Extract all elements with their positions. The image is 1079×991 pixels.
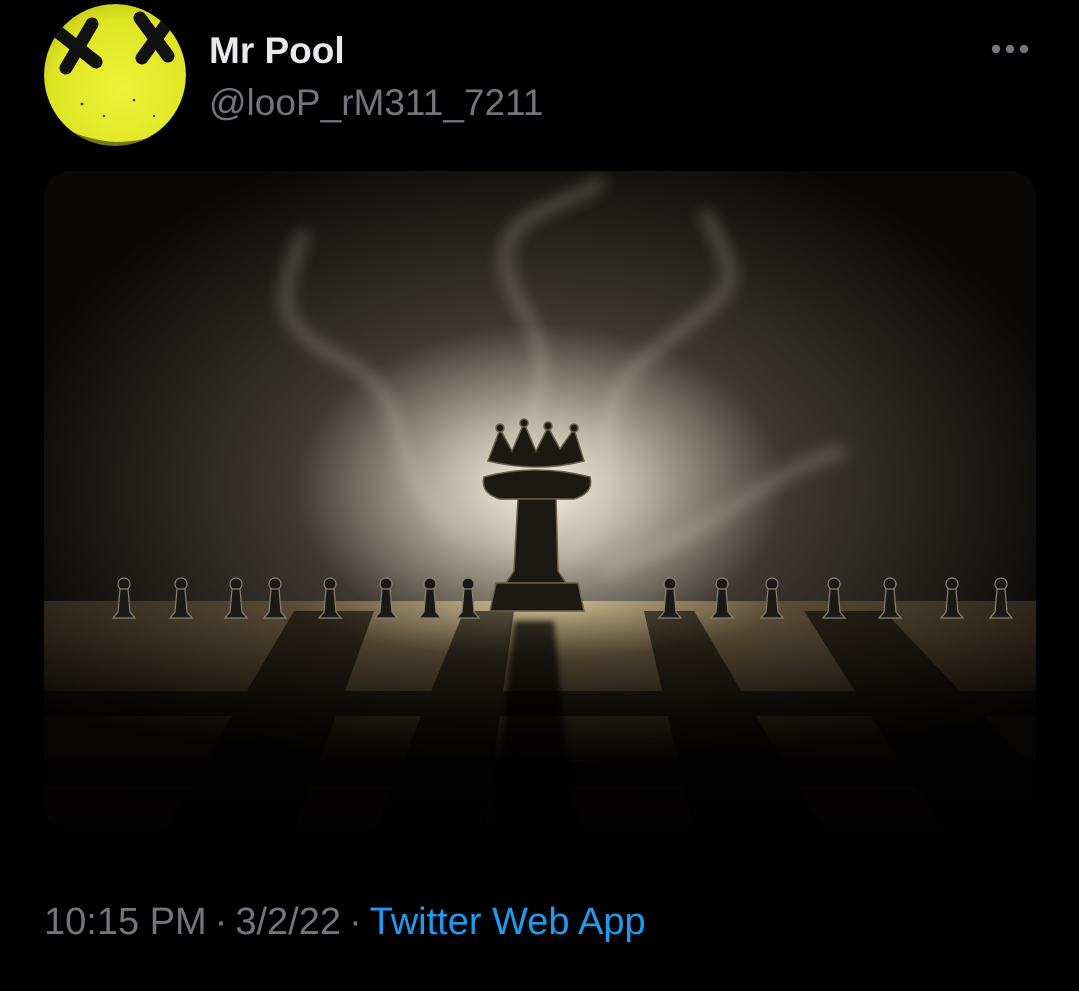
avatar-image [44,4,186,146]
tweet-date[interactable]: 3/2/22 [235,901,341,943]
more-options-button[interactable] [982,30,1038,70]
meta-separator: · [214,901,228,943]
chess-king-among-pawns-image [44,171,1036,831]
meta-separator: · [348,901,362,943]
tweet-media[interactable] [44,171,1036,831]
tweet-meta: 10:15 PM · 3/2/22 · Twitter Web App [44,898,646,946]
avatar[interactable] [44,4,186,146]
tweet-source-link[interactable]: Twitter Web App [370,901,646,943]
author-display-name[interactable]: Mr Pool [209,28,345,74]
tweet-time[interactable]: 10:15 PM [44,901,207,943]
more-horizontal-icon [991,44,1029,54]
author-handle[interactable]: @looP_rM311_7211 [209,80,543,126]
